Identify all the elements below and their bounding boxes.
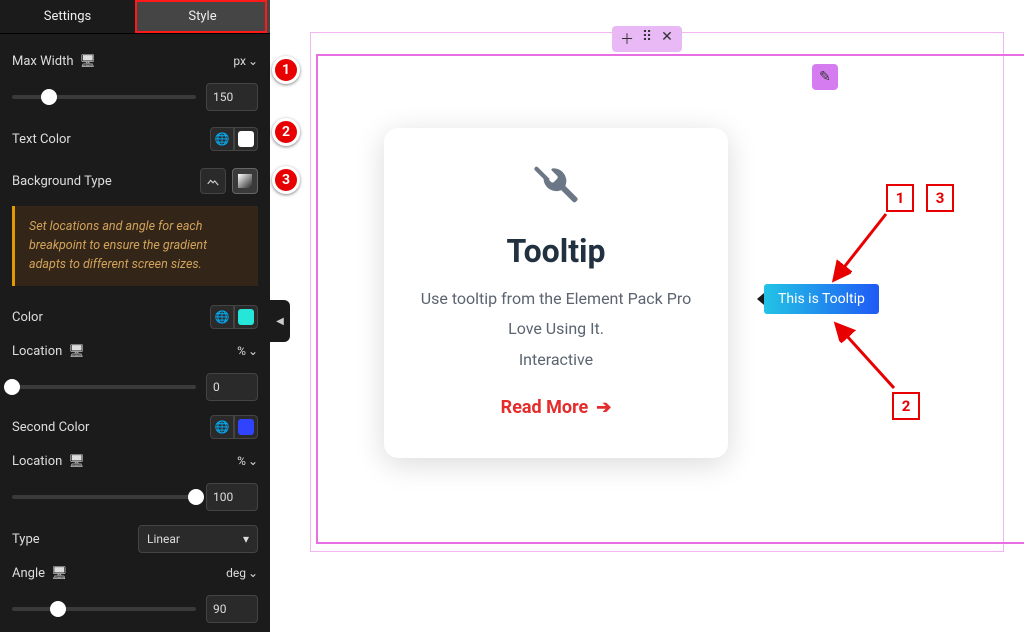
text-color-label: Text Color bbox=[12, 132, 71, 147]
gradient-color-row: Color 🌐 bbox=[12, 300, 258, 334]
text-color-swatch[interactable] bbox=[234, 127, 258, 151]
style-panel: Settings Style Max Width 🖥 px⌄ bbox=[0, 0, 270, 632]
gradient-type-row: Type Linear▾ bbox=[12, 522, 258, 556]
color-location-slider[interactable] bbox=[12, 385, 196, 389]
responsive-icon[interactable]: 🖥 bbox=[51, 566, 68, 581]
angle-input[interactable] bbox=[206, 595, 258, 623]
annotation-badge: 1 bbox=[272, 56, 300, 84]
editor-canvas: ＋ ⠿ ✕ ✎ Tooltip Use tooltip from the Ele… bbox=[270, 0, 1024, 632]
second-location-slider[interactable] bbox=[12, 495, 196, 499]
color-location-row: Location 🖥 %⌄ bbox=[12, 334, 258, 368]
annotation-square: 3 bbox=[926, 184, 954, 212]
global-color-button[interactable]: 🌐 bbox=[210, 127, 234, 151]
second-location-unit[interactable]: %⌄ bbox=[237, 454, 258, 468]
responsive-icon[interactable]: 🖥 bbox=[80, 54, 97, 69]
angle-label: Angle bbox=[12, 566, 45, 581]
location-label: Location bbox=[12, 344, 62, 359]
annotation-arrow bbox=[824, 208, 894, 288]
second-color-label: Second Color bbox=[12, 420, 89, 435]
annotation-badge: 2 bbox=[272, 118, 300, 146]
read-more-link[interactable]: Read More ➔ bbox=[501, 397, 612, 418]
second-loc-row: Location 🖥 %⌄ bbox=[12, 444, 258, 478]
panel-tabs: Settings Style bbox=[0, 0, 270, 34]
tooltip-popup: This is Tooltip bbox=[764, 284, 879, 314]
angle-slider[interactable] bbox=[12, 607, 196, 611]
color-swatch[interactable] bbox=[234, 305, 258, 329]
second-location-input[interactable] bbox=[206, 483, 258, 511]
color-location-input[interactable] bbox=[206, 373, 258, 401]
max-width-input[interactable] bbox=[206, 83, 258, 111]
global-color-button[interactable]: 🌐 bbox=[210, 305, 234, 329]
chevron-down-icon: ⌄ bbox=[248, 566, 258, 580]
bg-type-gradient[interactable] bbox=[232, 168, 258, 194]
second-color-swatch[interactable] bbox=[234, 415, 258, 439]
card-description: Use tooltip from the Element Pack Pro Lo… bbox=[412, 284, 700, 375]
annotation-square: 1 bbox=[886, 184, 914, 212]
annotation-square: 2 bbox=[892, 392, 920, 420]
second-location-label: Location bbox=[12, 454, 62, 469]
tab-style[interactable]: Style bbox=[135, 0, 270, 33]
max-width-label: Max Width bbox=[12, 54, 74, 69]
chevron-down-icon: ⌄ bbox=[248, 54, 258, 68]
responsive-icon[interactable]: 🖥 bbox=[68, 344, 85, 359]
edit-widget-button[interactable]: ✎ bbox=[812, 64, 838, 90]
max-width-row: Max Width 🖥 px⌄ bbox=[12, 44, 258, 78]
responsive-icon[interactable]: 🖥 bbox=[68, 454, 85, 469]
tools-icon bbox=[412, 158, 700, 214]
angle-unit[interactable]: deg⌄ bbox=[226, 566, 258, 580]
chevron-down-icon: ⌄ bbox=[248, 454, 258, 468]
close-icon[interactable]: ✕ bbox=[658, 29, 676, 49]
gradient-hint: Set locations and angle for each breakpo… bbox=[12, 206, 258, 286]
chevron-down-icon: ⌄ bbox=[248, 344, 258, 358]
add-icon[interactable]: ＋ bbox=[618, 29, 636, 49]
bg-type-classic[interactable] bbox=[200, 168, 226, 194]
location-unit[interactable]: %⌄ bbox=[237, 344, 258, 358]
background-type-label: Background Type bbox=[12, 174, 112, 189]
angle-row: Angle 🖥 deg⌄ bbox=[12, 556, 258, 590]
background-type-row: Background Type bbox=[12, 164, 258, 198]
max-width-slider[interactable] bbox=[12, 95, 196, 99]
annotation-arrow bbox=[824, 316, 904, 396]
color-label: Color bbox=[12, 310, 43, 325]
text-color-row: Text Color 🌐 bbox=[12, 122, 258, 156]
tooltip-arrow-icon bbox=[757, 293, 764, 305]
arrow-right-icon: ➔ bbox=[596, 397, 611, 418]
tooltip-card: Tooltip Use tooltip from the Element Pac… bbox=[384, 128, 728, 458]
caret-down-icon: ▾ bbox=[243, 532, 249, 546]
tab-settings[interactable]: Settings bbox=[0, 0, 135, 33]
card-title: Tooltip bbox=[412, 232, 700, 270]
type-label: Type bbox=[12, 532, 40, 547]
drag-icon[interactable]: ⠿ bbox=[638, 29, 656, 49]
second-color-row: Second Color 🌐 bbox=[12, 410, 258, 444]
global-color-button[interactable]: 🌐 bbox=[210, 415, 234, 439]
tooltip-text: This is Tooltip bbox=[778, 291, 865, 307]
type-select[interactable]: Linear▾ bbox=[138, 525, 258, 553]
container-toolbar[interactable]: ＋ ⠿ ✕ bbox=[612, 26, 682, 52]
max-width-unit[interactable]: px⌄ bbox=[233, 54, 258, 68]
annotation-badge: 3 bbox=[272, 166, 300, 194]
